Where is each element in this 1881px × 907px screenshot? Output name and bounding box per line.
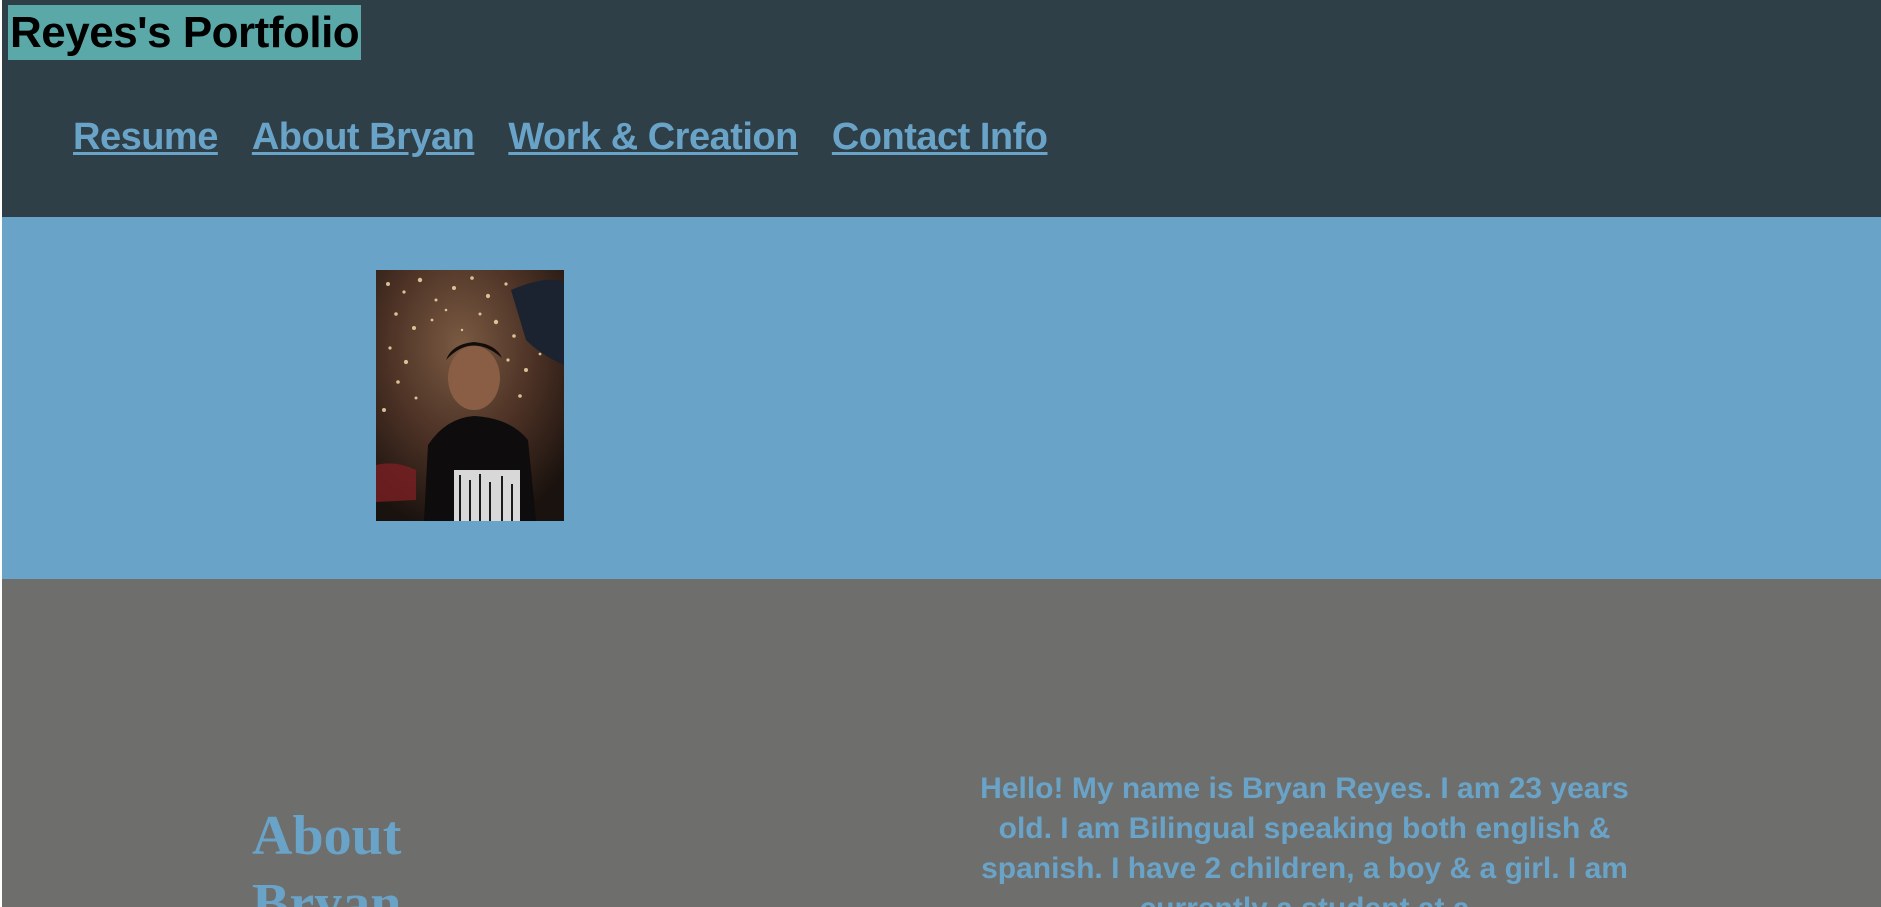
nav-link-about-bryan[interactable]: About Bryan	[252, 112, 475, 162]
hero-section	[2, 217, 1881, 579]
site-header: Reyes's Portfolio Resume About Bryan Wor…	[2, 0, 1881, 217]
nav-link-resume[interactable]: Resume	[73, 112, 218, 162]
main-nav: Resume About Bryan Work & Creation Conta…	[73, 112, 1048, 162]
nav-link-work-creation[interactable]: Work & Creation	[508, 112, 798, 162]
site-title: Reyes's Portfolio	[8, 5, 362, 60]
profile-photo	[376, 270, 564, 521]
about-paragraph: Hello! My name is Bryan Reyes. I am 23 y…	[980, 772, 1629, 907]
page: Reyes's Portfolio Resume About Bryan Wor…	[0, 0, 1881, 907]
profile-photo-image	[376, 270, 564, 521]
about-section: About Bryan Hello! My name is Bryan Reye…	[2, 579, 1881, 907]
about-heading: About Bryan	[252, 805, 402, 907]
nav-link-contact-info[interactable]: Contact Info	[832, 112, 1048, 162]
